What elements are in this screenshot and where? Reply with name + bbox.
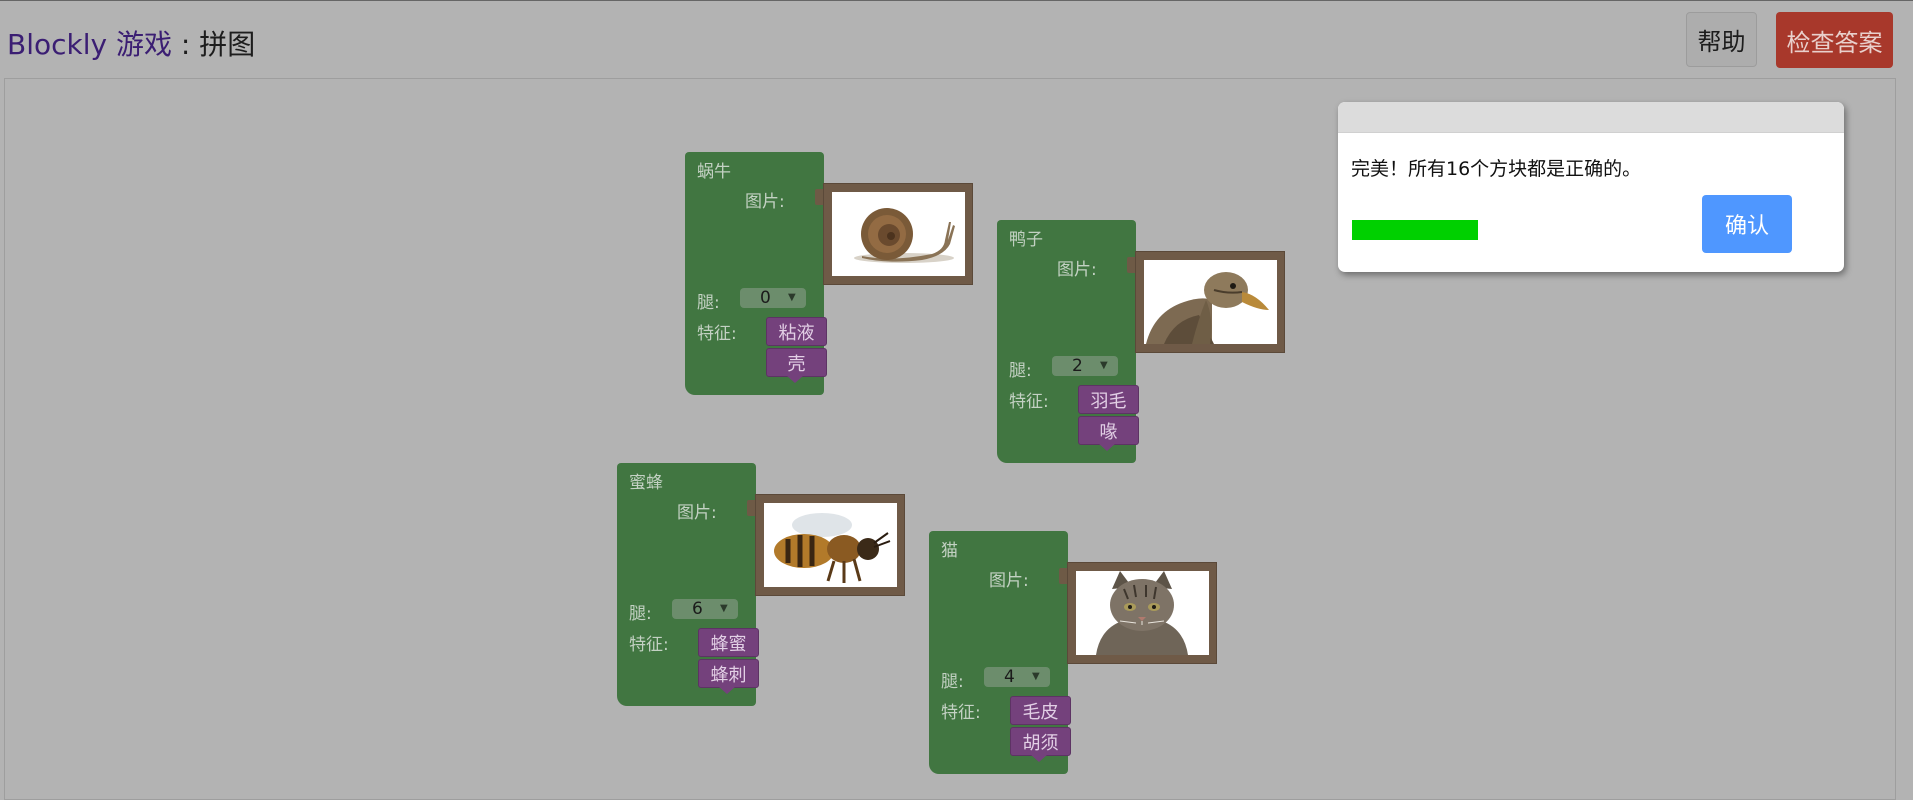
legs-dropdown[interactable]: 2 ▼ bbox=[1052, 356, 1118, 376]
picture-block-duck[interactable] bbox=[1135, 251, 1285, 353]
trait-block-whiskers[interactable]: 胡须 bbox=[1010, 727, 1071, 756]
traits-label: 特征: bbox=[697, 324, 737, 344]
legs-label: 腿: bbox=[629, 604, 652, 624]
picture-block-bee[interactable] bbox=[755, 494, 905, 596]
title-separator: : bbox=[171, 28, 200, 61]
snail-image bbox=[832, 192, 965, 276]
dropdown-caret-icon: ▼ bbox=[1032, 671, 1040, 682]
trait-block-slime[interactable]: 粘液 bbox=[766, 317, 827, 346]
title-page-name: 拼图 bbox=[199, 28, 256, 61]
help-button[interactable]: 帮助 bbox=[1686, 12, 1757, 67]
legs-value: 4 bbox=[1004, 667, 1015, 687]
animal-block-cat[interactable]: 猫 图片: 腿: 4 ▼ 特征: 毛皮 胡须 bbox=[929, 531, 1217, 774]
legs-value: 2 bbox=[1072, 356, 1083, 376]
legs-label: 腿: bbox=[1009, 361, 1032, 381]
cat-image bbox=[1076, 571, 1209, 655]
result-dialog: 完美！所有16个方块都是正确的。 确认 bbox=[1338, 102, 1844, 272]
dropdown-caret-icon: ▼ bbox=[720, 603, 728, 614]
trait-block-honey[interactable]: 蜂蜜 bbox=[698, 628, 759, 657]
trait-notch bbox=[786, 375, 804, 383]
dialog-message: 完美！所有16个方块都是正确的。 bbox=[1351, 158, 1642, 180]
trait-block-fur[interactable]: 毛皮 bbox=[1010, 696, 1071, 725]
legs-value: 6 bbox=[692, 599, 703, 619]
title-home-link[interactable]: Blockly 游戏 bbox=[7, 28, 172, 61]
block-name: 蜜蜂 bbox=[629, 473, 663, 493]
trait-notch bbox=[1030, 754, 1048, 762]
trait-notch bbox=[1098, 443, 1116, 451]
block-name: 鸭子 bbox=[1009, 230, 1043, 250]
dialog-title-bar[interactable] bbox=[1338, 102, 1844, 133]
traits-label: 特征: bbox=[629, 635, 669, 655]
animal-block-bee[interactable]: 蜜蜂 图片: 腿: 6 ▼ 特征: 蜂蜜 蜂刺 bbox=[617, 463, 905, 706]
dropdown-caret-icon: ▼ bbox=[788, 292, 796, 303]
legs-dropdown[interactable]: 4 ▼ bbox=[984, 667, 1050, 687]
header: Blockly 游戏 : 拼图 帮助 检查答案 bbox=[0, 1, 1913, 78]
trait-notch bbox=[718, 686, 736, 694]
trait-block-feathers[interactable]: 羽毛 bbox=[1078, 385, 1139, 414]
legs-dropdown[interactable]: 0 ▼ bbox=[740, 288, 806, 308]
traits-label: 特征: bbox=[1009, 392, 1049, 412]
picture-label: 图片: bbox=[745, 192, 785, 212]
trait-block-shell[interactable]: 壳 bbox=[766, 348, 827, 377]
picture-label: 图片: bbox=[1057, 260, 1097, 280]
legs-label: 腿: bbox=[697, 293, 720, 313]
trait-block-beak[interactable]: 喙 bbox=[1078, 416, 1139, 445]
trait-block-stinger[interactable]: 蜂刺 bbox=[698, 659, 759, 688]
legs-dropdown[interactable]: 6 ▼ bbox=[672, 599, 738, 619]
ok-button[interactable]: 确认 bbox=[1702, 195, 1792, 253]
page-title: Blockly 游戏 : 拼图 bbox=[7, 23, 255, 63]
traits-label: 特征: bbox=[941, 703, 981, 723]
bee-image bbox=[764, 503, 897, 587]
dropdown-caret-icon: ▼ bbox=[1100, 360, 1108, 371]
check-answer-button[interactable]: 检查答案 bbox=[1776, 12, 1893, 68]
legs-label: 腿: bbox=[941, 672, 964, 692]
picture-label: 图片: bbox=[989, 571, 1029, 591]
progress-bar bbox=[1352, 220, 1478, 240]
duck-image bbox=[1144, 260, 1277, 344]
picture-label: 图片: bbox=[677, 503, 717, 523]
animal-block-snail[interactable]: 蜗牛 图片: 腿: 0 ▼ 特征: 粘液 壳 bbox=[685, 152, 973, 395]
legs-value: 0 bbox=[760, 288, 771, 308]
block-name: 猫 bbox=[941, 541, 958, 561]
picture-block-cat[interactable] bbox=[1067, 562, 1217, 664]
block-name: 蜗牛 bbox=[697, 162, 731, 182]
animal-block-duck[interactable]: 鸭子 图片: 腿: 2 ▼ 特征: 羽毛 喙 bbox=[997, 220, 1285, 463]
picture-block-snail[interactable] bbox=[823, 183, 973, 285]
